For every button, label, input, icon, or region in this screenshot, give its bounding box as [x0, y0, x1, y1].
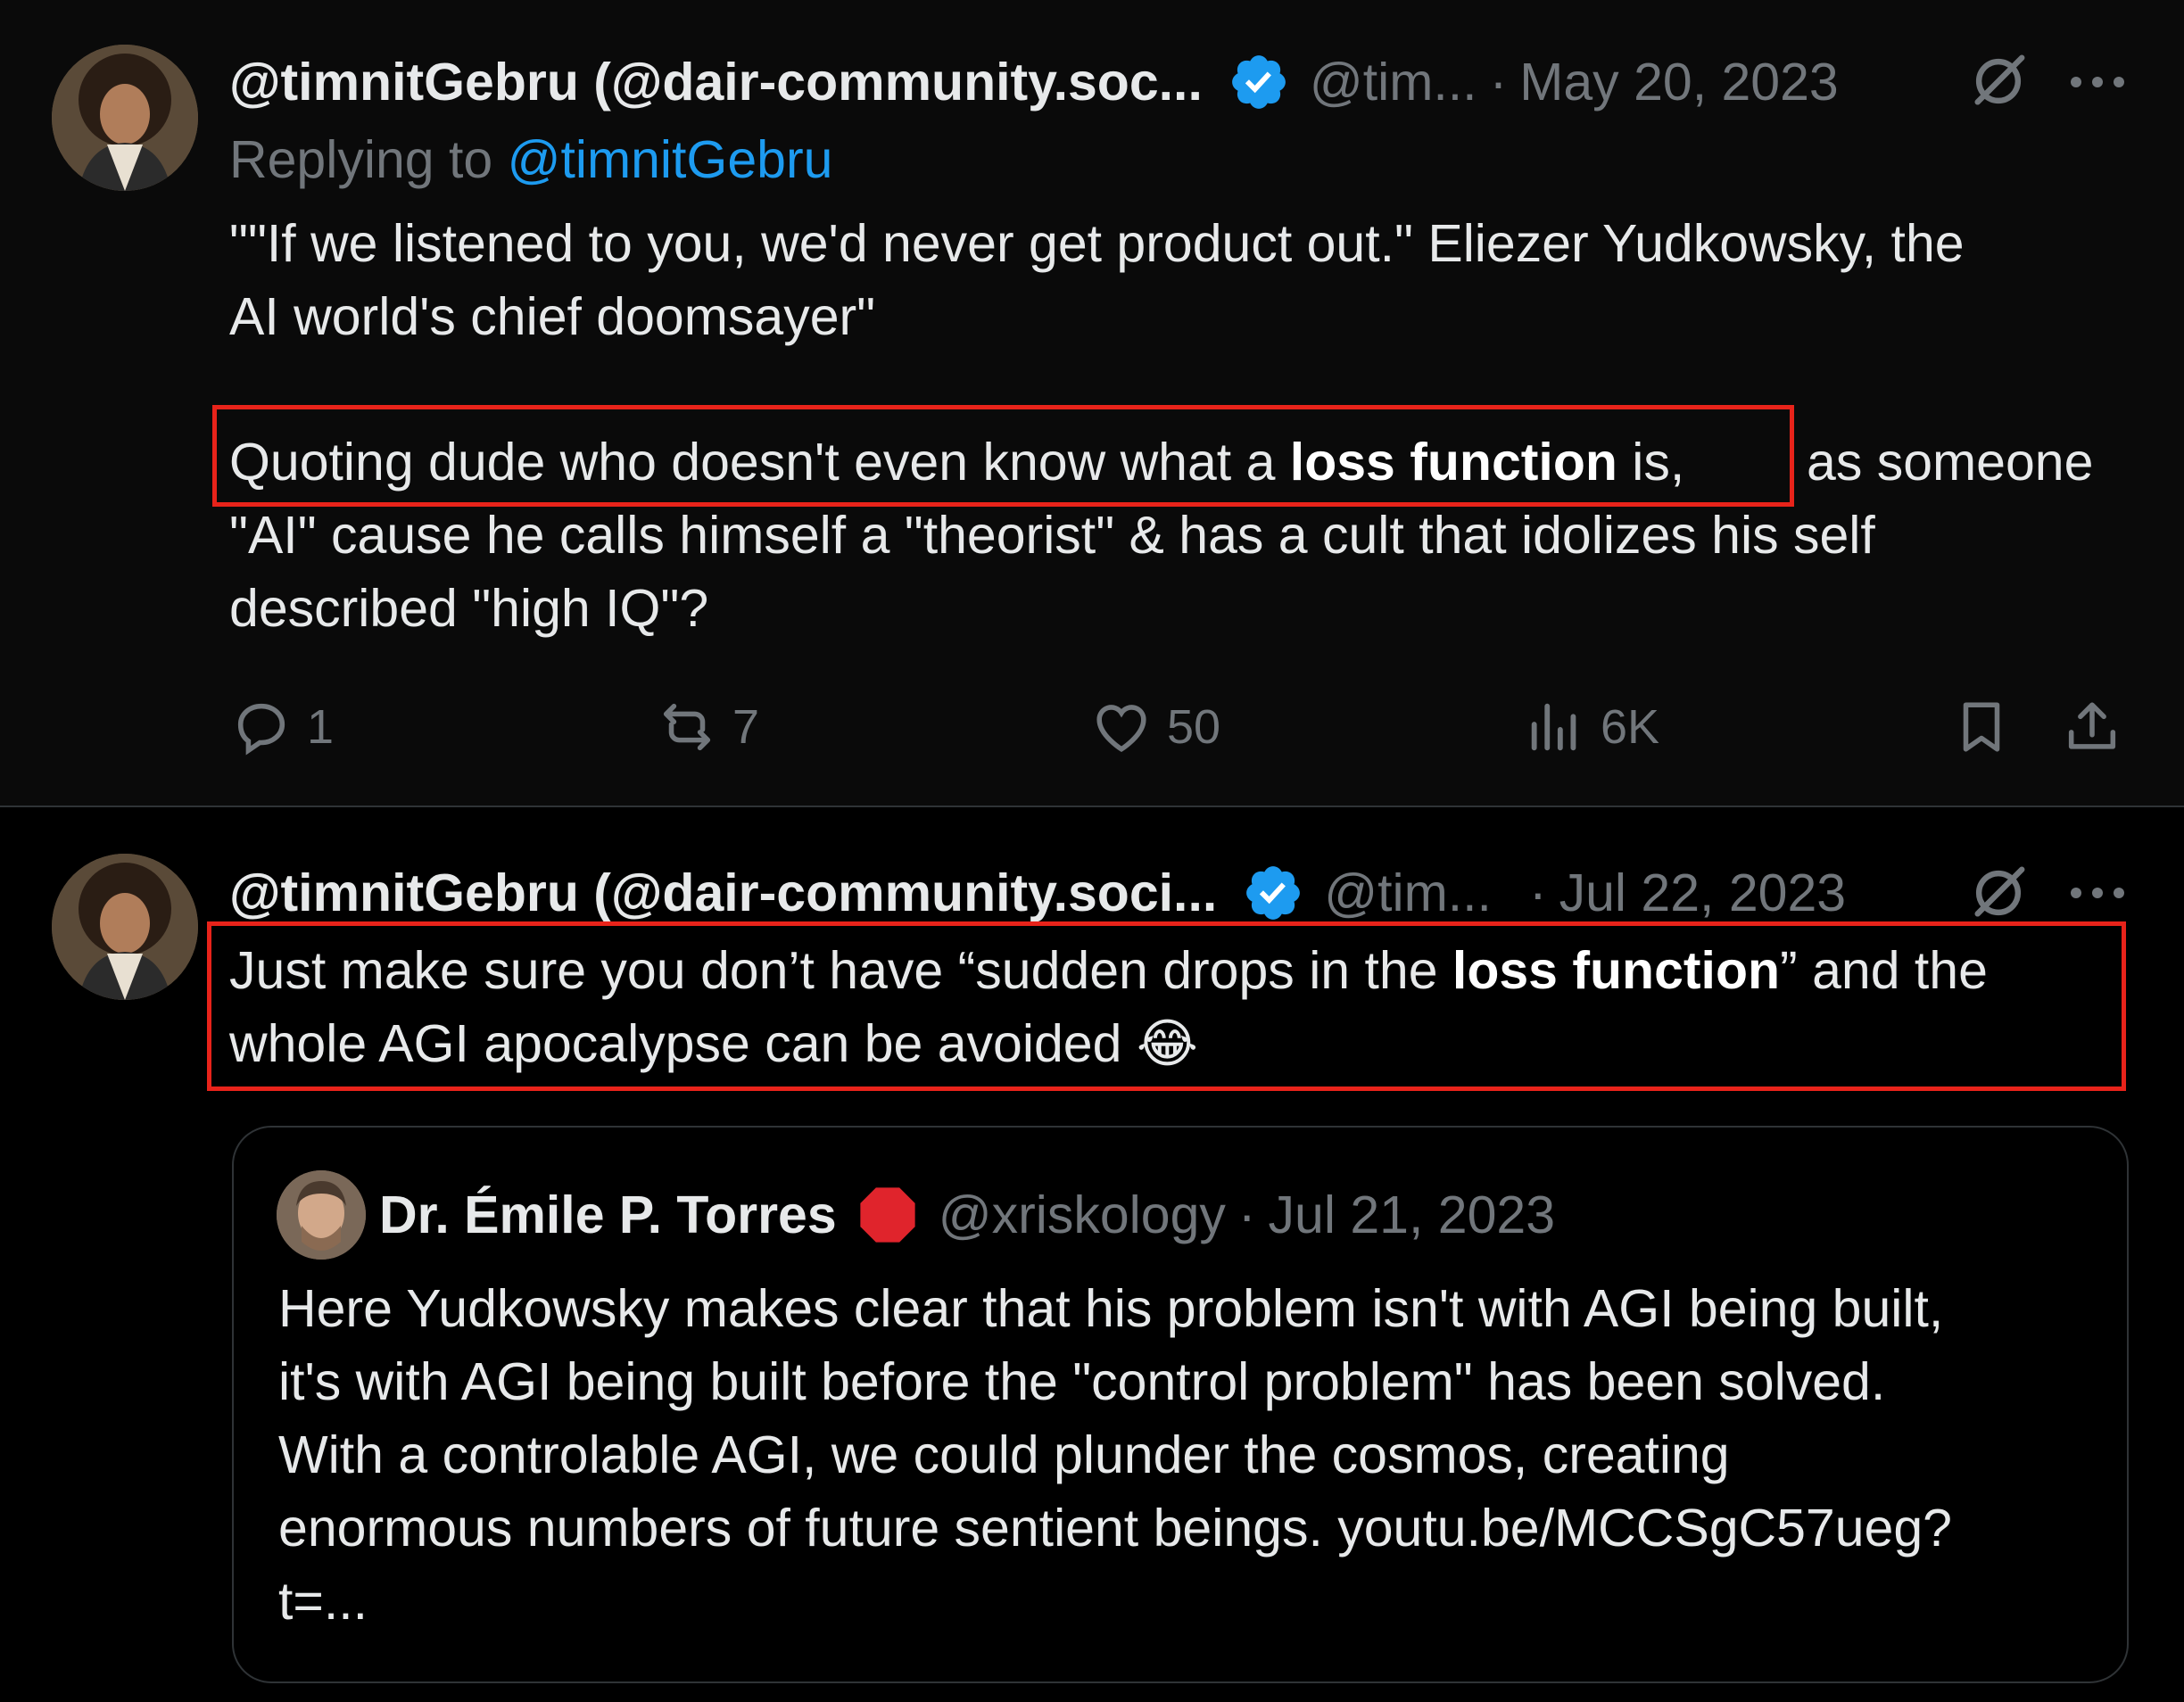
tweet-date[interactable]: Jul 22, 2023	[1559, 863, 1846, 923]
repost-icon	[663, 703, 711, 751]
quoted-text-link-line[interactable]: enormous numbers of future sentient bein…	[278, 1491, 1952, 1565]
more-icon[interactable]	[2068, 73, 2127, 91]
text-segment: as someone	[1807, 433, 2094, 492]
share-icon[interactable]	[2061, 696, 2123, 758]
tweet-text-line: "AI" cause he calls himself a "theorist"…	[229, 506, 1875, 565]
replying-to: Replying to @timnitGebru	[229, 129, 832, 190]
author-name[interactable]: @timnitGebru (@dair-community.soci...	[229, 863, 1217, 923]
quoted-tweet-text: Here Yudkowsky makes clear that his prob…	[278, 1272, 1952, 1638]
author-name[interactable]: @timnitGebru (@dair-community.soc...	[229, 52, 1203, 112]
views-icon	[1531, 703, 1576, 751]
separator-dot: ·	[1237, 1186, 1256, 1244]
like-icon	[1096, 705, 1146, 753]
quoted-author-handle[interactable]: @xriskology	[939, 1185, 1226, 1245]
replying-prefix: Replying to	[229, 130, 508, 189]
views-button[interactable]: 6K	[1524, 696, 1659, 758]
grok-icon[interactable]	[1967, 50, 2030, 112]
replying-to-link[interactable]: @timnitGebru	[508, 130, 833, 189]
highlight-box	[212, 405, 1794, 507]
bookmark-icon[interactable]	[1950, 696, 2013, 758]
reply-button[interactable]: 1	[230, 696, 334, 758]
tweet-text-line: AI world's chief doomsayer"	[229, 287, 876, 346]
quoted-author-name[interactable]: Dr. Émile P. Torres	[379, 1185, 837, 1245]
verified-badge-icon[interactable]	[1228, 51, 1290, 113]
quoted-tweet[interactable]: Dr. Émile P. Torres @xriskology · Jul 21…	[232, 1126, 2129, 1683]
stop-sign-icon	[860, 1187, 915, 1243]
separator-dot: ·	[1528, 863, 1547, 922]
tweet-text-line: described "high IQ"?	[229, 579, 709, 638]
quoted-text-link-line[interactable]: t=...	[278, 1565, 1952, 1638]
quoted-text-line: Here Yudkowsky makes clear that his prob…	[278, 1279, 1944, 1338]
tweet-date[interactable]: May 20, 2023	[1519, 52, 1839, 112]
tweet-1[interactable]: @timnitGebru (@dair-community.soc... @ti…	[0, 0, 2184, 806]
quoted-tweet-header: Dr. Émile P. Torres @xriskology · Jul 21…	[379, 1179, 1555, 1251]
like-button[interactable]: 50	[1090, 696, 1220, 758]
tweet-header: @timnitGebru (@dair-community.soci... @t…	[229, 859, 1846, 927]
highlight-box	[207, 921, 2126, 1091]
tweet-text-line: ""If we listened to you, we'd never get …	[229, 214, 1965, 273]
quoted-text-line: With a controlable AGI, we could plunder…	[278, 1425, 1730, 1484]
author-avatar[interactable]	[52, 854, 198, 1000]
grok-icon[interactable]	[1967, 862, 2030, 924]
tweet-header: @timnitGebru (@dair-community.soc... @ti…	[229, 48, 1839, 116]
separator-dot: ·	[1489, 53, 1508, 112]
quoted-text-line: it's with AGI being built before the "co…	[278, 1352, 1886, 1411]
reply-icon	[237, 703, 285, 756]
more-icon[interactable]	[2068, 884, 2127, 902]
like-count: 50	[1167, 700, 1221, 754]
repost-button[interactable]: 7	[656, 696, 759, 758]
verified-badge-icon[interactable]	[1242, 862, 1304, 924]
author-handle[interactable]: @tim...	[1310, 52, 1477, 112]
quoted-tweet-date[interactable]: Jul 21, 2023	[1269, 1185, 1555, 1245]
repost-count: 7	[732, 700, 760, 754]
author-avatar[interactable]	[52, 45, 198, 191]
reply-count: 1	[307, 700, 335, 754]
action-bar: 1 7 50 6K	[0, 687, 2184, 767]
author-handle[interactable]: @tim...	[1324, 863, 1492, 923]
views-count: 6K	[1601, 700, 1660, 754]
quoted-author-avatar[interactable]	[277, 1170, 366, 1260]
